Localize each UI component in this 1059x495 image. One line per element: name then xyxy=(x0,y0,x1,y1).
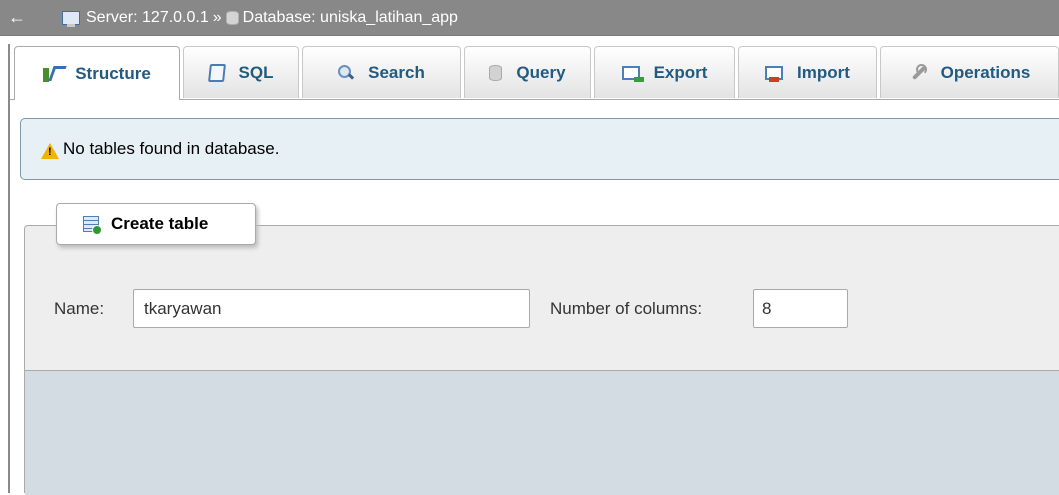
tab-operations-label: Operations xyxy=(940,62,1031,82)
columns-label: Number of columns: xyxy=(550,299,703,318)
tab-operations[interactable]: Operations xyxy=(880,46,1059,98)
server-icon xyxy=(62,10,80,27)
left-arrow-icon[interactable]: ← xyxy=(0,7,34,28)
tab-export-label: Export xyxy=(653,62,708,82)
tab-export[interactable]: Export xyxy=(594,46,735,98)
breadcrumb: ← Server: 127.0.0.1 » Database: uniska_l… xyxy=(0,0,1059,36)
tab-sql-label: SQL xyxy=(238,62,274,82)
tab-sql[interactable]: SQL xyxy=(183,46,299,98)
import-icon xyxy=(765,65,784,82)
breadcrumb-separator: » xyxy=(212,8,222,26)
tab-import-label: Import xyxy=(797,62,850,82)
tab-import[interactable]: Import xyxy=(738,46,877,98)
notice-text: No tables found in database. xyxy=(63,139,280,158)
structure-icon xyxy=(43,66,61,82)
tab-bar: Structure SQL Search Query Export Import… xyxy=(10,44,1059,100)
wrench-icon xyxy=(909,63,927,82)
name-label: Name: xyxy=(54,299,105,318)
left-border-line xyxy=(8,44,10,493)
table-name-input[interactable] xyxy=(133,289,530,328)
database-icon xyxy=(225,10,239,25)
tab-search[interactable]: Search xyxy=(302,46,461,98)
sql-icon xyxy=(207,63,226,82)
create-table-fieldset xyxy=(24,225,1059,495)
tab-search-label: Search xyxy=(368,62,425,82)
tab-query[interactable]: Query xyxy=(464,46,591,98)
create-table-title: Create table xyxy=(111,214,209,233)
notice-message: No tables found in database. xyxy=(20,118,1059,180)
number-of-columns-input[interactable] xyxy=(753,289,848,328)
query-icon xyxy=(489,64,503,81)
table-add-icon xyxy=(83,216,102,235)
warning-icon xyxy=(41,143,59,159)
search-icon xyxy=(338,64,354,81)
export-icon xyxy=(621,65,644,82)
create-table-legend: Create table xyxy=(56,203,256,245)
tab-structure[interactable]: Structure xyxy=(14,46,180,100)
breadcrumb-database[interactable]: Database: uniska_latihan_app xyxy=(243,9,458,27)
breadcrumb-server[interactable]: Server: 127.0.0.1 xyxy=(86,9,209,27)
fieldset-footer xyxy=(25,370,1059,495)
tab-query-label: Query xyxy=(516,62,566,82)
tab-structure-label: Structure xyxy=(75,63,151,83)
